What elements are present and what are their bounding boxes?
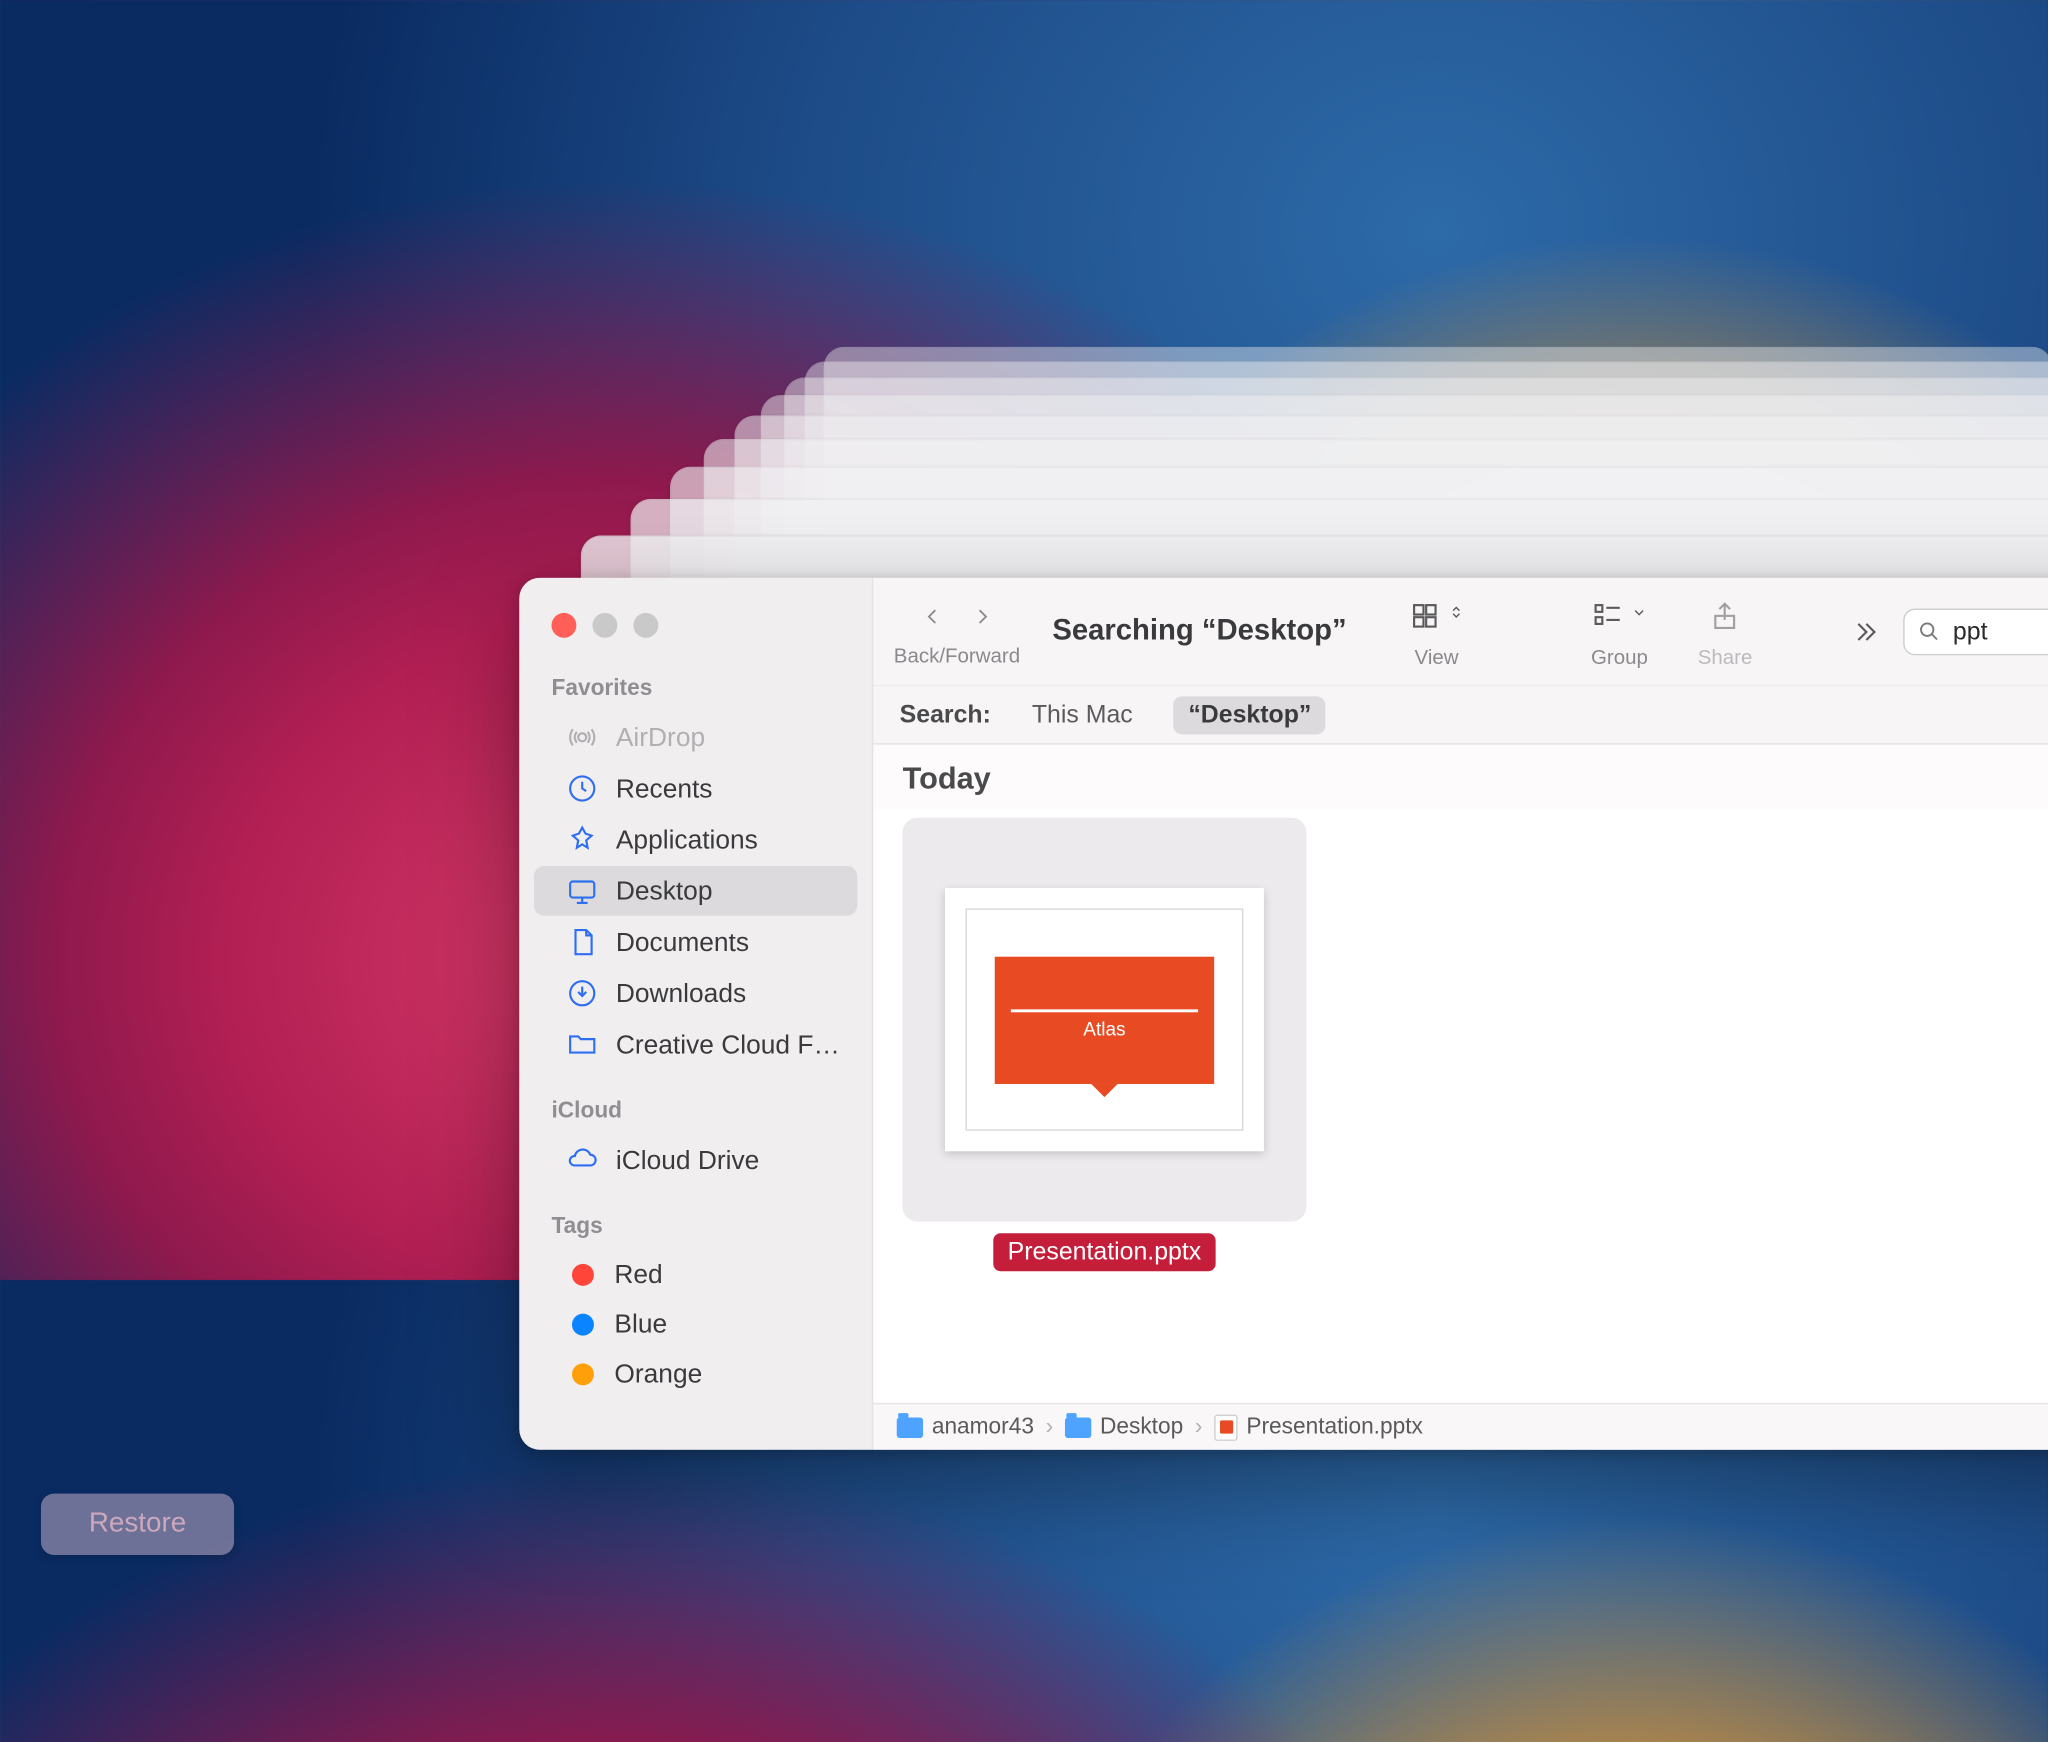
sidebar-tag-blue[interactable]: Blue — [534, 1300, 857, 1348]
finder-main: Back/Forward Searching “Desktop” View — [873, 578, 2048, 1450]
path-separator: › — [1046, 1414, 1054, 1440]
time-machine-actions: Cancel Restore — [0, 1494, 234, 1555]
desktop-icon — [566, 875, 598, 907]
share-button[interactable] — [1700, 594, 1750, 638]
sidebar-tag-red[interactable]: Red — [534, 1251, 857, 1299]
sidebar-item-documents[interactable]: Documents — [534, 917, 857, 967]
scope-label: Search: — [900, 700, 991, 729]
slide-title-text: Atlas — [1083, 1017, 1125, 1039]
sidebar-item-creative-cloud[interactable]: Creative Cloud Fil… — [534, 1020, 857, 1070]
path-crumb-desktop[interactable]: Desktop — [1065, 1414, 1183, 1440]
sidebar-item-label: Documents — [616, 927, 749, 958]
file-item[interactable]: Atlas Presentation.pptx — [903, 818, 1307, 1271]
download-icon — [566, 977, 598, 1009]
window-close-button[interactable] — [551, 613, 576, 638]
group-button[interactable] — [1582, 594, 1657, 638]
toolbar-label-group: Group — [1591, 645, 1648, 668]
sidebar-section-icloud: iCloud — [519, 1090, 872, 1134]
toolbar-overflow-button[interactable] — [1839, 609, 1889, 653]
toolbar-label-view: View — [1415, 645, 1459, 668]
sidebar-item-label: Applications — [616, 824, 758, 855]
finder-sidebar: Favorites AirDrop Recents Applications D… — [519, 578, 873, 1450]
results-content: Atlas Presentation.pptx — [873, 809, 2048, 1403]
airdrop-icon — [566, 721, 598, 753]
scope-this-mac[interactable]: This Mac — [1017, 696, 1147, 734]
finder-toolbar: Back/Forward Searching “Desktop” View — [873, 578, 2048, 686]
clock-icon — [566, 772, 598, 804]
scope-desktop[interactable]: “Desktop” — [1174, 696, 1326, 734]
sidebar-item-label: Creative Cloud Fil… — [616, 1029, 843, 1060]
sidebar-item-applications[interactable]: Applications — [534, 815, 857, 865]
search-input[interactable] — [1953, 617, 2048, 646]
sidebar-item-downloads[interactable]: Downloads — [534, 968, 857, 1018]
folder-icon — [566, 1028, 598, 1060]
apps-icon — [566, 824, 598, 856]
toolbar-label-share: Share — [1698, 645, 1753, 668]
path-crumb-user[interactable]: anamor43 — [897, 1414, 1034, 1440]
search-field[interactable] — [1903, 608, 2048, 655]
pptx-icon — [1214, 1414, 1237, 1440]
folder-icon — [1065, 1417, 1091, 1437]
sidebar-section-tags: Tags — [519, 1205, 872, 1249]
document-icon — [566, 926, 598, 958]
sidebar-section-favorites: Favorites — [519, 667, 872, 711]
results-section-title: Today — [903, 762, 991, 797]
sidebar-item-label: AirDrop — [616, 722, 705, 753]
search-scope-bar: Search: This Mac “Desktop” Save + — [873, 686, 2048, 745]
tag-dot-icon — [572, 1314, 594, 1336]
chevron-updown-icon — [1446, 603, 1465, 629]
chevron-down-icon — [1629, 603, 1648, 629]
results-section-header: Today Show Less — [873, 745, 2048, 809]
path-crumb-file[interactable]: Presentation.pptx — [1214, 1414, 1423, 1440]
back-button[interactable] — [912, 595, 953, 636]
toolbar-label-back-forward: Back/Forward — [894, 644, 1020, 667]
restore-button[interactable]: Restore — [41, 1494, 234, 1555]
path-bar: anamor43 › Desktop › Presentation.pptx — [873, 1403, 2048, 1450]
sidebar-item-label: Desktop — [616, 876, 713, 907]
sidebar-item-label: Red — [614, 1260, 662, 1291]
sidebar-item-label: Orange — [614, 1359, 702, 1390]
path-separator: › — [1195, 1414, 1203, 1440]
window-controls — [519, 592, 872, 667]
search-icon — [1916, 619, 1941, 644]
sidebar-item-icloud-drive[interactable]: iCloud Drive — [534, 1135, 857, 1185]
folder-icon — [897, 1417, 923, 1437]
sidebar-item-desktop[interactable]: Desktop — [534, 866, 857, 916]
sidebar-item-label: Downloads — [616, 978, 746, 1009]
file-name-label: Presentation.pptx — [993, 1233, 1216, 1271]
file-thumbnail: Atlas — [903, 818, 1307, 1222]
sidebar-item-label: Blue — [614, 1309, 667, 1340]
window-zoom-button[interactable] — [633, 613, 658, 638]
finder-window: Favorites AirDrop Recents Applications D… — [519, 578, 2048, 1450]
sidebar-item-recents[interactable]: Recents — [534, 764, 857, 814]
window-title: Searching “Desktop” — [1052, 614, 1346, 648]
forward-button[interactable] — [961, 595, 1002, 636]
sidebar-item-label: iCloud Drive — [616, 1145, 759, 1176]
tag-dot-icon — [572, 1363, 594, 1385]
sidebar-item-airdrop[interactable]: AirDrop — [534, 712, 857, 762]
view-mode-button[interactable] — [1399, 594, 1474, 638]
sidebar-tag-orange[interactable]: Orange — [534, 1350, 857, 1398]
sidebar-item-label: Recents — [616, 773, 713, 804]
window-minimize-button[interactable] — [592, 613, 617, 638]
tag-dot-icon — [572, 1264, 594, 1286]
icloud-icon — [566, 1144, 598, 1176]
